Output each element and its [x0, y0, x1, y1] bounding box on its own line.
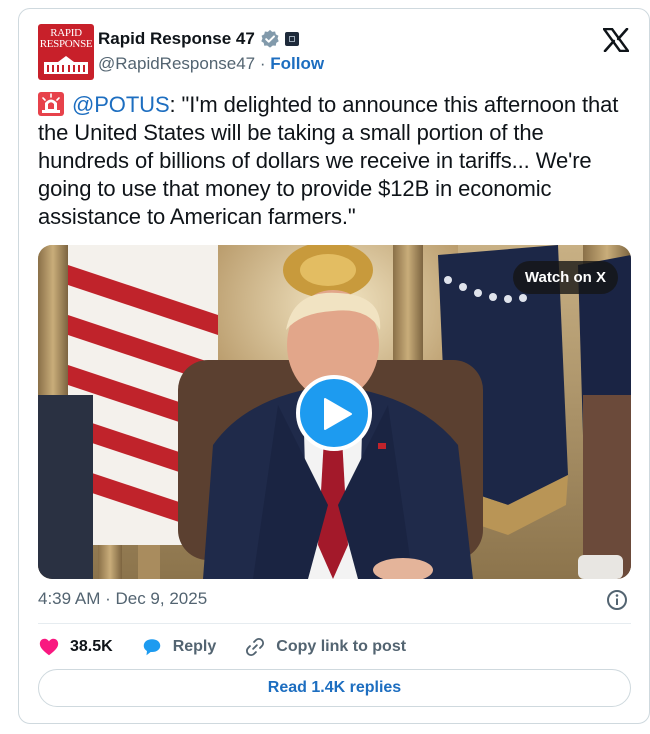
org-affiliate-badge-icon [284, 32, 299, 46]
play-icon [324, 398, 352, 430]
avatar[interactable]: RAPID RESPONSE [38, 24, 94, 80]
read-replies-button[interactable]: Read 1.4K replies [38, 669, 631, 707]
link-icon [246, 637, 265, 657]
reply-button[interactable]: Reply [141, 636, 217, 658]
copy-link-label: Copy link to post [276, 638, 407, 655]
reply-bubble-icon [143, 639, 160, 656]
play-button[interactable] [296, 375, 372, 451]
embedded-post-card: RAPID RESPONSE Rapid Response 47 @RapidR… [18, 8, 650, 724]
separator: · [259, 54, 266, 73]
video-player[interactable]: Watch on X [38, 245, 631, 579]
info-icon[interactable] [606, 589, 628, 611]
like-button[interactable]: 38.5K [38, 636, 113, 658]
heart-icon [39, 638, 59, 656]
divider [38, 623, 631, 624]
watch-on-x-button[interactable]: Watch on X [512, 261, 618, 294]
author-handle-row: @RapidResponse47 · Follow [98, 54, 324, 74]
mention-link[interactable]: @POTUS [72, 92, 170, 117]
follow-button[interactable]: Follow [270, 54, 324, 73]
verified-badge-icon [261, 29, 279, 48]
siren-icon [38, 92, 64, 116]
copy-link-button[interactable]: Copy link to post [244, 636, 406, 658]
post-timestamp[interactable]: 4:39 AM · Dec 9, 2025 [38, 589, 207, 609]
author-display-name[interactable]: Rapid Response 47 [98, 29, 255, 49]
like-count: 38.5K [70, 638, 113, 655]
x-logo-icon[interactable] [603, 28, 629, 52]
white-house-icon [44, 56, 88, 74]
post-text: @POTUS: "I'm delighted to announce this … [38, 91, 638, 231]
avatar-text-line2: RESPONSE [39, 38, 93, 50]
author-name-row: Rapid Response 47 [98, 29, 299, 49]
author-handle[interactable]: @RapidResponse47 [98, 54, 255, 73]
reply-label: Reply [172, 638, 217, 655]
post-actions-bar: 38.5K Reply Copy link to post [38, 635, 434, 659]
